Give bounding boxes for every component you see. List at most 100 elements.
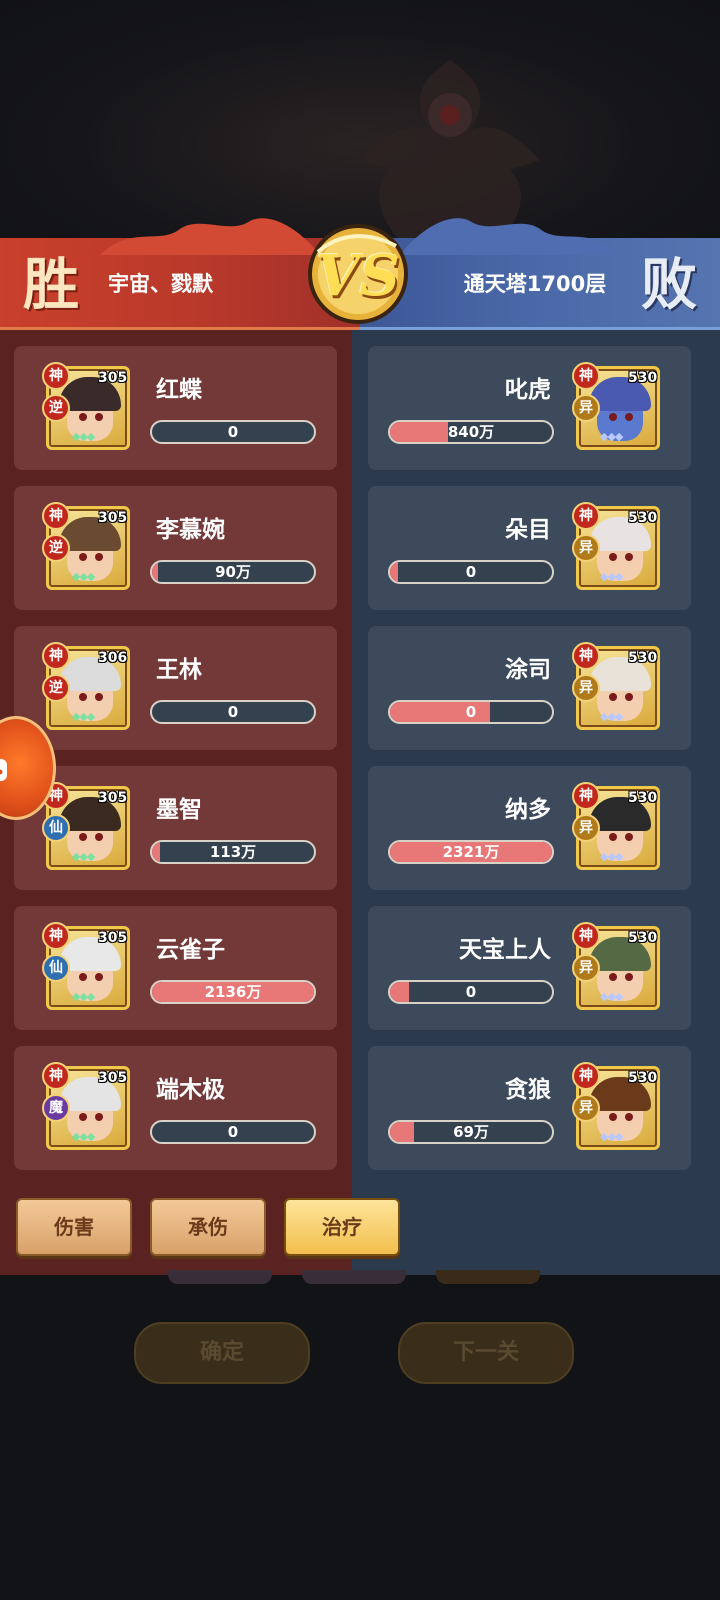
stat-value: 0 — [227, 423, 239, 441]
star-rank-icon: ◆◆◆ — [600, 1130, 623, 1143]
star-rank-icon: ◆◆◆ — [72, 430, 95, 443]
stat-value: 0 — [465, 983, 477, 1001]
stat-value: 90万 — [215, 563, 251, 581]
faction-badge: 魔 — [42, 1094, 70, 1122]
star-rank-icon: ◆◆◆ — [72, 990, 95, 1003]
portrait-eye — [79, 973, 87, 981]
stat-bar: 0 — [388, 700, 554, 724]
hero-stat-card[interactable]: 神异 530 ◆◆◆ 涂司 0 — [368, 626, 691, 750]
hero-stat-card[interactable]: 神逆 305 ◆◆◆ 李慕婉 90万 — [14, 486, 337, 610]
portrait-eye — [79, 693, 87, 701]
wave-decoration-icon — [400, 218, 620, 255]
hero-stat-card[interactable]: 神仙 305 ◆◆◆ 墨智 113万 — [14, 766, 337, 890]
portrait-eye — [95, 973, 103, 981]
hero-name: 云雀子 — [156, 937, 225, 963]
faction-badge: 异 — [572, 674, 600, 702]
hero-name: 李慕婉 — [156, 517, 225, 543]
portrait-eye — [609, 553, 617, 561]
star-rank-icon: ◆◆◆ — [600, 850, 623, 863]
rank-badge: 神 — [42, 1062, 70, 1090]
hero-name: 贪狼 — [505, 1077, 551, 1103]
hero-stat-card[interactable]: 神异 530 ◆◆◆ 朵目 0 — [368, 486, 691, 610]
hero-name: 朵目 — [505, 517, 551, 543]
stat-value: 0 — [465, 703, 477, 721]
stat-value: 0 — [227, 703, 239, 721]
hero-level: 305 — [98, 930, 128, 946]
portrait-eye — [95, 693, 103, 701]
totem-emblem-icon — [360, 60, 540, 240]
hidden-tab-shadow — [168, 1270, 272, 1284]
stat-bar: 2136万 — [150, 980, 316, 1004]
star-rank-icon: ◆◆◆ — [72, 850, 95, 863]
stat-value: 2321万 — [442, 843, 500, 861]
portrait-eye — [609, 1113, 617, 1121]
hero-stat-card[interactable]: 神异 530 ◆◆◆ 纳多 2321万 — [368, 766, 691, 890]
faction-badge: 异 — [572, 814, 600, 842]
faction-badge: 异 — [572, 954, 600, 982]
portrait-eye — [609, 973, 617, 981]
hero-name: 涂司 — [505, 657, 551, 683]
portrait-eye — [609, 833, 617, 841]
star-rank-icon: ◆◆◆ — [72, 1130, 95, 1143]
hero-stat-card[interactable]: 神逆 305 ◆◆◆ 红蝶 0 — [14, 346, 337, 470]
rank-badge: 神 — [572, 1062, 600, 1090]
portrait-eye — [79, 413, 87, 421]
portrait-eye — [95, 553, 103, 561]
hero-name: 纳多 — [505, 797, 551, 823]
stat-bar: 113万 — [150, 840, 316, 864]
rank-badge: 神 — [42, 502, 70, 530]
hero-stat-card[interactable]: 神逆 306 ◆◆◆ 王林 0 — [14, 626, 337, 750]
loser-name: 通天塔1700层 — [463, 272, 607, 296]
hero-level: 305 — [98, 510, 128, 526]
portrait-eye — [625, 833, 633, 841]
portrait-eye — [609, 413, 617, 421]
faction-badge: 异 — [572, 1094, 600, 1122]
portrait-eye — [79, 833, 87, 841]
star-rank-icon: ◆◆◆ — [600, 990, 623, 1003]
flame-decoration-icon — [100, 218, 320, 255]
defeat-label: 败 — [641, 252, 697, 318]
stat-value: 0 — [465, 563, 477, 581]
vs-label: VS — [316, 243, 400, 309]
rank-badge: 神 — [572, 362, 600, 390]
next-level-button[interactable]: 下一关 — [398, 1322, 574, 1384]
hero-level: 305 — [98, 370, 128, 386]
portrait-eye — [625, 973, 633, 981]
stat-bar: 0 — [150, 1120, 316, 1144]
hero-level: 530 — [628, 510, 658, 526]
faction-badge: 逆 — [42, 674, 70, 702]
rank-badge: 神 — [572, 642, 600, 670]
hero-stat-card[interactable]: 神异 530 ◆◆◆ 叱虎 840万 — [368, 346, 691, 470]
confirm-button[interactable]: 确定 — [134, 1322, 310, 1384]
rank-badge: 神 — [572, 782, 600, 810]
star-rank-icon: ◆◆◆ — [600, 430, 623, 443]
victory-label: 胜 — [23, 252, 79, 318]
hero-stat-card[interactable]: 神魔 305 ◆◆◆ 端木极 0 — [14, 1046, 337, 1170]
hero-stat-card[interactable]: 神异 530 ◆◆◆ 天宝上人 0 — [368, 906, 691, 1030]
rank-badge: 神 — [42, 642, 70, 670]
stat-bar: 2321万 — [388, 840, 554, 864]
tab-heal[interactable]: 治疗 — [284, 1198, 400, 1256]
stat-value: 69万 — [453, 1123, 489, 1141]
tab-damage-taken[interactable]: 承伤 — [150, 1198, 266, 1256]
hero-level: 530 — [628, 1070, 658, 1086]
hero-stat-card[interactable]: 神异 530 ◆◆◆ 贪狼 69万 — [368, 1046, 691, 1170]
faction-badge: 仙 — [42, 814, 70, 842]
rank-badge: 神 — [42, 922, 70, 950]
portrait-eye — [95, 413, 103, 421]
portrait-eye — [609, 693, 617, 701]
hero-level: 530 — [628, 790, 658, 806]
faction-badge: 异 — [572, 534, 600, 562]
tab-damage[interactable]: 伤害 — [16, 1198, 132, 1256]
hero-name: 端木极 — [156, 1077, 225, 1103]
star-rank-icon: ◆◆◆ — [600, 570, 623, 583]
hero-stat-card[interactable]: 神仙 305 ◆◆◆ 云雀子 2136万 — [14, 906, 337, 1030]
stat-value: 840万 — [447, 423, 495, 441]
stat-value: 0 — [227, 1123, 239, 1141]
hero-level: 305 — [98, 790, 128, 806]
faction-badge: 逆 — [42, 534, 70, 562]
star-rank-icon: ◆◆◆ — [600, 710, 623, 723]
star-rank-icon: ◆◆◆ — [72, 570, 95, 583]
stat-bar: 0 — [388, 980, 554, 1004]
stat-bar: 0 — [150, 700, 316, 724]
